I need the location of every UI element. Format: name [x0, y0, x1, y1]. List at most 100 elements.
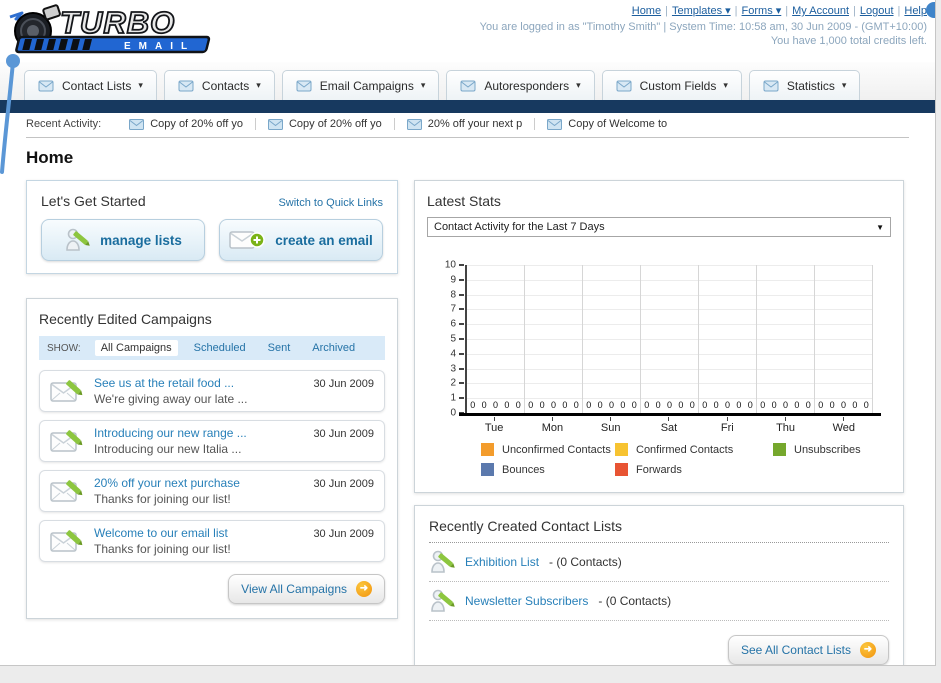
nav-tab[interactable]: Statistics ▾: [748, 70, 861, 100]
get-started-title: Let's Get Started: [41, 193, 146, 209]
x-tick-label: Tue: [465, 417, 523, 434]
campaign-date: 30 Jun 2009: [313, 378, 374, 390]
header-nav-links: HomeTemplates ▾Forms ▾My AccountLogoutHe…: [480, 4, 927, 17]
campaign-card[interactable]: 20% off your next purchase 30 Jun 2009 T…: [39, 470, 385, 512]
campaign-title-link[interactable]: Welcome to our email list: [94, 526, 228, 540]
y-tick-label: 9: [450, 274, 456, 286]
create-email-button[interactable]: create an email: [219, 219, 383, 261]
envelope-icon: [547, 118, 563, 130]
header-nav-link[interactable]: Home: [632, 5, 672, 17]
campaign-card[interactable]: Introducing our new range ... 30 Jun 200…: [39, 420, 385, 462]
login-info: You are logged in as "Timothy Smith" | S…: [479, 21, 927, 33]
page-sheet: TURBO EMAIL HomeTempl: [0, 0, 936, 666]
data-label: 0: [631, 400, 637, 410]
x-tick-text: Fri: [720, 422, 734, 434]
y-tick-label: 4: [450, 348, 456, 360]
legend-item: Bounces: [481, 463, 615, 476]
campaign-filter[interactable]: Scheduled: [188, 340, 252, 356]
nav-tab-icon: [460, 80, 476, 92]
campaign-title-link[interactable]: Introducing our new range ...: [94, 426, 247, 440]
recent-activity-item[interactable]: Copy of 20% off yo: [256, 118, 395, 130]
view-all-campaigns-label: View All Campaigns: [241, 582, 347, 596]
header-nav-link[interactable]: Help: [904, 5, 927, 17]
header-nav-link[interactable]: Forms ▾: [742, 5, 793, 17]
nav-tab[interactable]: Contacts ▾: [163, 70, 275, 100]
manage-lists-button[interactable]: manage lists: [41, 219, 205, 261]
view-all-campaigns-button[interactable]: View All Campaigns ➜: [228, 574, 385, 604]
data-label: 0: [689, 400, 695, 410]
x-tick-mark: [785, 417, 787, 421]
campaign-filter[interactable]: Archived: [306, 340, 361, 356]
see-all-contact-lists-button[interactable]: See All Contact Lists ➜: [727, 635, 889, 665]
data-label: 0: [678, 400, 684, 410]
envelope-pencil-icon: [50, 380, 83, 402]
data-label: 0: [504, 400, 510, 410]
legend-label: Unsubscribes: [794, 443, 861, 456]
stats-period-dropdown[interactable]: Contact Activity for the Last 7 Days ▼: [427, 217, 891, 237]
recent-activity-item[interactable]: Copy of 20% off yo: [117, 118, 256, 130]
data-label: 0: [713, 400, 719, 410]
campaign-card[interactable]: See us at the retail food ... 30 Jun 200…: [39, 370, 385, 412]
legend-item: Unconfirmed Contacts: [481, 443, 615, 456]
chart-group: 00000: [699, 265, 757, 413]
data-label: 0: [515, 400, 521, 410]
data-labels: 00000: [757, 400, 814, 410]
recent-activity-item[interactable]: Copy of Welcome to: [535, 118, 679, 130]
data-label: 0: [794, 400, 800, 410]
campaign-filter-bar: SHOW: All Campaigns Scheduled Sent Archived: [39, 336, 385, 360]
nav-tab[interactable]: Autoresponders ▾: [446, 70, 595, 100]
legend-swatch: [481, 443, 494, 456]
legend-item: Confirmed Contacts: [615, 443, 773, 456]
nav-tab[interactable]: Contact Lists ▾: [24, 70, 157, 100]
header-nav-link[interactable]: Logout: [860, 5, 905, 17]
campaign-filter[interactable]: All Campaigns: [94, 340, 178, 356]
legend-item: Forwards: [615, 463, 773, 476]
chart-group: 00000: [757, 265, 815, 413]
x-tick-mark: [493, 417, 495, 421]
x-tick-label: Fri: [698, 417, 756, 434]
y-tick-label: 8: [450, 289, 456, 301]
campaign-date: 30 Jun 2009: [313, 528, 374, 540]
nav-tab[interactable]: Custom Fields ▾: [601, 70, 742, 100]
contact-list-item[interactable]: Exhibition List - (0 Contacts): [429, 543, 889, 582]
nav-tab[interactable]: Email Campaigns ▾: [281, 70, 440, 100]
data-label: 0: [573, 400, 579, 410]
header-nav-link[interactable]: My Account: [792, 5, 860, 17]
campaign-title-link[interactable]: 20% off your next purchase: [94, 476, 240, 490]
contact-list-item[interactable]: Newsletter Subscribers - (0 Contacts): [429, 582, 889, 621]
nav-tab-icon: [38, 80, 54, 92]
y-tick-mark: [459, 397, 464, 400]
chart-x-axis-labels: Tue Mon Sun Sat Fri Thu Wed: [465, 417, 873, 434]
header-nav-link[interactable]: Templates ▾: [672, 5, 742, 17]
contact-lists: Exhibition List - (0 Contacts) Newslette…: [429, 543, 889, 621]
data-label: 0: [666, 400, 672, 410]
x-tick-label: Wed: [815, 417, 873, 434]
data-label: 0: [747, 400, 753, 410]
data-labels: 00000: [699, 400, 756, 410]
page-title: Home: [26, 148, 74, 167]
campaign-date: 30 Jun 2009: [313, 478, 374, 490]
campaign-title-link[interactable]: See us at the retail food ...: [94, 376, 234, 390]
recent-activity-item-label: 20% off your next p: [427, 118, 523, 130]
contact-list-link[interactable]: Exhibition List: [465, 555, 539, 569]
campaigns-title: Recently Edited Campaigns: [39, 311, 212, 327]
campaign-filter[interactable]: Sent: [262, 340, 297, 356]
recent-activity-item[interactable]: 20% off your next p: [395, 118, 536, 130]
header: TURBO EMAIL HomeTempl: [0, 0, 935, 62]
switch-quick-links-link[interactable]: Switch to Quick Links: [278, 197, 383, 209]
blue-pin-decoration: [0, 54, 20, 174]
data-label: 0: [805, 400, 811, 410]
contact-list-link[interactable]: Newsletter Subscribers: [465, 594, 588, 608]
y-tick-label: 6: [450, 318, 456, 330]
data-label: 0: [863, 400, 869, 410]
nav-tab-label: Contact Lists: [62, 78, 132, 93]
dropdown-caret-icon: ▼: [876, 222, 884, 232]
legend-swatch: [481, 463, 494, 476]
y-tick-label: 3: [450, 363, 456, 375]
x-tick-mark: [726, 417, 728, 421]
chevron-down-icon: ▾: [256, 80, 261, 90]
turbo-email-logo: TURBO EMAIL: [6, 3, 256, 64]
x-tick-text: Wed: [832, 422, 856, 434]
x-tick-text: Tue: [484, 422, 504, 434]
campaign-card[interactable]: Welcome to our email list 30 Jun 2009 Th…: [39, 520, 385, 562]
